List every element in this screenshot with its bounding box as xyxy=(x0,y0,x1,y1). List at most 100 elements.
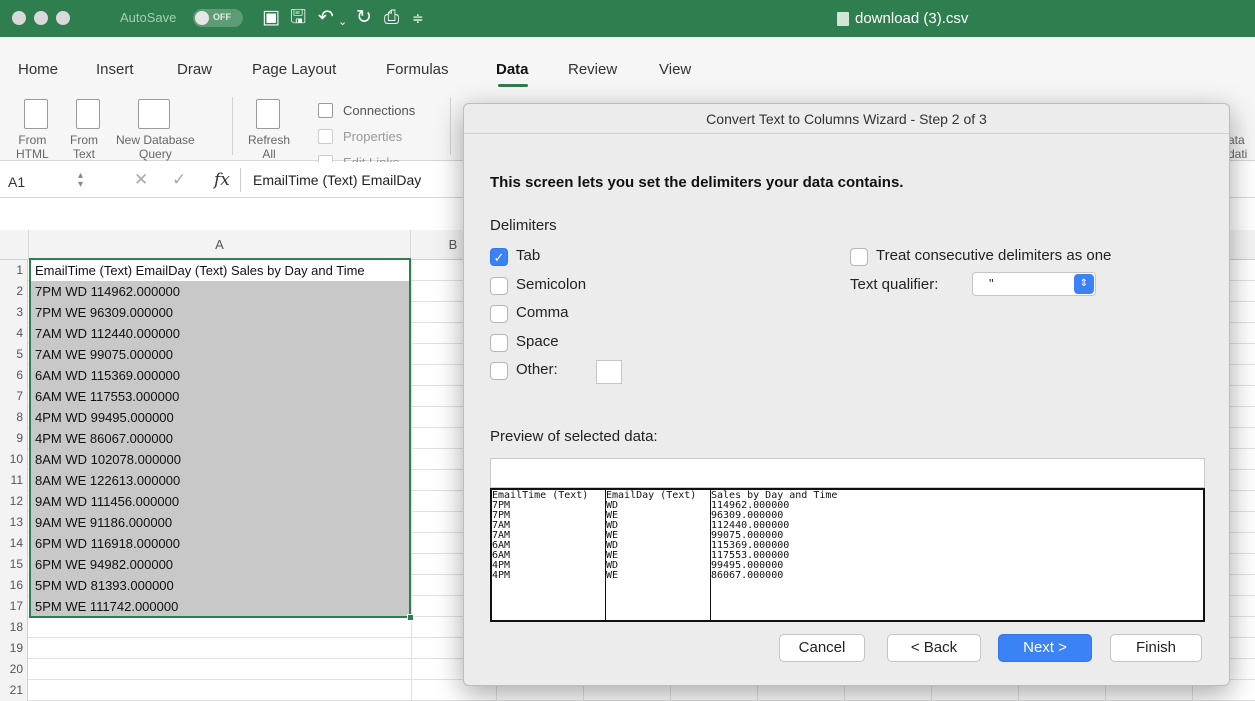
next-button[interactable]: Next > xyxy=(998,634,1092,662)
refresh-all-icon[interactable] xyxy=(256,99,280,129)
row-header[interactable]: 3 xyxy=(0,302,28,323)
preview-column-2: EmailDay (Text) WD WE WD WE WD WE WD WE xyxy=(606,491,696,581)
from-text-button[interactable]: From Text xyxy=(70,133,98,161)
dialog-heading: This screen lets you set the delimiters … xyxy=(490,174,904,191)
tab-review[interactable]: Review xyxy=(568,61,617,78)
delimiter-other[interactable]: Other: xyxy=(490,360,630,384)
row-header[interactable]: 8 xyxy=(0,407,28,428)
treat-consecutive-checkbox[interactable] xyxy=(850,248,868,266)
space-checkbox[interactable] xyxy=(490,334,508,352)
fill-handle[interactable] xyxy=(407,614,414,621)
preview-cell: WE xyxy=(606,530,619,541)
zoom-window-button[interactable] xyxy=(56,11,70,25)
row-header[interactable]: 20 xyxy=(0,659,28,680)
tab-page-layout[interactable]: Page Layout xyxy=(252,61,336,78)
row-header[interactable]: 15 xyxy=(0,554,28,575)
data-validation-partial-label[interactable]: ata dati xyxy=(1228,133,1247,161)
preview-cell: EmailDay (Text) xyxy=(606,490,697,501)
preview-cell: WD xyxy=(606,500,619,511)
back-button[interactable]: < Back xyxy=(887,634,981,662)
from-html-button[interactable]: From HTML xyxy=(16,133,49,161)
document-icon xyxy=(837,12,849,26)
enter-icon[interactable]: ✓ xyxy=(172,170,186,190)
autosave-toggle[interactable]: OFF xyxy=(193,9,243,27)
row-header[interactable]: 19 xyxy=(0,638,28,659)
from-text-icon[interactable] xyxy=(76,99,100,129)
select-all-corner[interactable] xyxy=(0,230,29,260)
tab-checkbox[interactable]: ✓ xyxy=(490,248,508,266)
row-header[interactable]: 10 xyxy=(0,449,28,470)
redo-icon[interactable]: ↻ xyxy=(356,8,372,28)
name-box-stepper-icon[interactable]: ▴ ▾ xyxy=(78,171,83,190)
print-icon[interactable]: ⎙ xyxy=(384,8,399,28)
close-window-button[interactable] xyxy=(12,11,26,25)
row-header[interactable]: 2 xyxy=(0,281,28,302)
row-header[interactable]: 16 xyxy=(0,575,28,596)
text-qualifier-value: " xyxy=(989,276,994,291)
cancel-button[interactable]: Cancel xyxy=(779,634,865,662)
column-header-a[interactable]: A xyxy=(29,230,411,260)
tab-formulas[interactable]: Formulas xyxy=(386,61,449,78)
select-stepper-icon: ⇕ xyxy=(1074,274,1094,294)
autosave-label: AutoSave xyxy=(120,10,177,25)
row-header[interactable]: 1 xyxy=(0,260,28,281)
tab-insert[interactable]: Insert xyxy=(96,61,134,78)
preview-header-bar xyxy=(490,458,1205,488)
cancel-icon[interactable]: ✕ xyxy=(134,170,148,190)
new-database-query-icon[interactable] xyxy=(138,99,170,129)
row-header[interactable]: 13 xyxy=(0,512,28,533)
row-header[interactable]: 7 xyxy=(0,386,28,407)
new-database-query-button[interactable]: New Database Query xyxy=(116,133,195,161)
sidebar-toggle-icon[interactable]: ▣ xyxy=(262,8,280,28)
data-preview[interactable]: EmailTime (Text) 7PM 7PM 7AM 7AM 6AM 6AM 4PM 4PM… xyxy=(490,488,1205,622)
comma-checkbox[interactable] xyxy=(490,305,508,323)
cell-a[interactable] xyxy=(29,680,409,701)
insert-function-icon[interactable]: fx xyxy=(214,170,230,190)
preview-column-1: EmailTime (Text) 7PM 7PM 7AM 7AM 6AM 6AM 4PM 4PM xyxy=(492,491,588,581)
tab-view[interactable]: View xyxy=(659,61,691,78)
preview-cell: WE xyxy=(606,550,619,561)
refresh-all-button[interactable]: Refresh All xyxy=(248,133,290,161)
undo-dropdown-icon[interactable]: ⌄ xyxy=(338,12,347,32)
minimize-window-button[interactable] xyxy=(34,11,48,25)
row-header[interactable]: 4 xyxy=(0,323,28,344)
customize-toolbar-icon[interactable]: ≑ xyxy=(412,8,424,28)
formula-divider xyxy=(240,168,241,192)
finish-button[interactable]: Finish xyxy=(1110,634,1202,662)
other-delimiter-input[interactable] xyxy=(596,360,622,384)
semicolon-label: Semicolon xyxy=(516,276,587,293)
row-header[interactable]: 12 xyxy=(0,491,28,512)
tab-draw[interactable]: Draw xyxy=(177,61,212,78)
text-to-columns-dialog: Convert Text to Columns Wizard - Step 2 … xyxy=(463,103,1230,686)
row-header[interactable]: 11 xyxy=(0,470,28,491)
space-label: Space xyxy=(516,333,559,350)
treat-consecutive-label: Treat consecutive delimiters as one xyxy=(876,247,1112,264)
connections-button[interactable]: Connections xyxy=(343,103,415,118)
text-qualifier-select[interactable]: " ⇕ xyxy=(972,272,1096,296)
dialog-title: Convert Text to Columns Wizard - Step 2 … xyxy=(464,104,1229,134)
active-tab-indicator xyxy=(498,84,528,87)
properties-button[interactable]: Properties xyxy=(343,129,402,144)
row-header[interactable]: 9 xyxy=(0,428,28,449)
row-header[interactable]: 17 xyxy=(0,596,28,617)
other-checkbox[interactable] xyxy=(490,362,508,380)
row-header[interactable]: 14 xyxy=(0,533,28,554)
tab-data[interactable]: Data xyxy=(496,61,529,78)
row-header[interactable]: 21 xyxy=(0,680,28,701)
cell-a[interactable] xyxy=(29,659,409,680)
comma-label: Comma xyxy=(516,304,569,321)
from-html-icon[interactable] xyxy=(24,99,48,129)
row-header[interactable]: 18 xyxy=(0,617,28,638)
preview-cell: WD xyxy=(606,560,619,571)
undo-icon[interactable]: ↶ xyxy=(318,8,334,28)
semicolon-checkbox[interactable] xyxy=(490,277,508,295)
tab-home[interactable]: Home xyxy=(18,61,58,78)
toggle-knob xyxy=(195,11,209,25)
cell-a[interactable] xyxy=(29,617,409,638)
row-header[interactable]: 6 xyxy=(0,365,28,386)
cell-a[interactable] xyxy=(29,638,409,659)
name-box[interactable]: A1 xyxy=(8,174,25,190)
save-icon[interactable]: 🖫 xyxy=(290,8,306,28)
row-header[interactable]: 5 xyxy=(0,344,28,365)
formula-input[interactable]: EmailTime (Text) EmailDay xyxy=(253,172,421,188)
